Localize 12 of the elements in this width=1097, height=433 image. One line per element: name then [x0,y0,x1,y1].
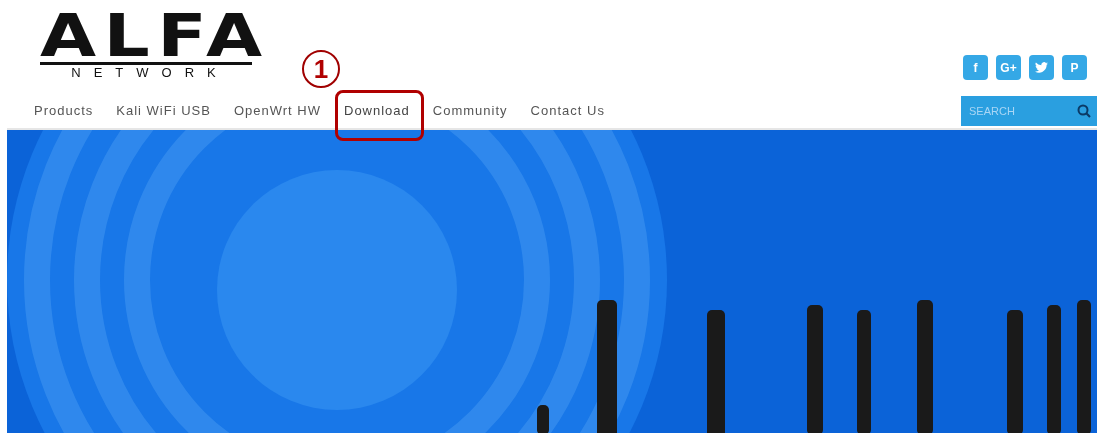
logo-tagline: NETWORK [40,62,252,80]
search-icon[interactable] [1077,104,1091,118]
nav-link[interactable]: Products [34,100,94,121]
nav-link[interactable]: OpenWrt HW [233,100,321,121]
nav-link[interactable]: Contact Us [530,100,605,121]
bird-icon[interactable] [1029,55,1054,80]
search-field[interactable]: SEARCH [961,96,1097,126]
nav-link[interactable]: Community [432,100,508,121]
logo-wordmark[interactable]: ALFA [40,10,270,62]
nav-link[interactable]: Kali WiFi USB [116,100,211,121]
step-number: 1 [302,50,340,88]
nav-link[interactable]: Download [344,100,410,121]
